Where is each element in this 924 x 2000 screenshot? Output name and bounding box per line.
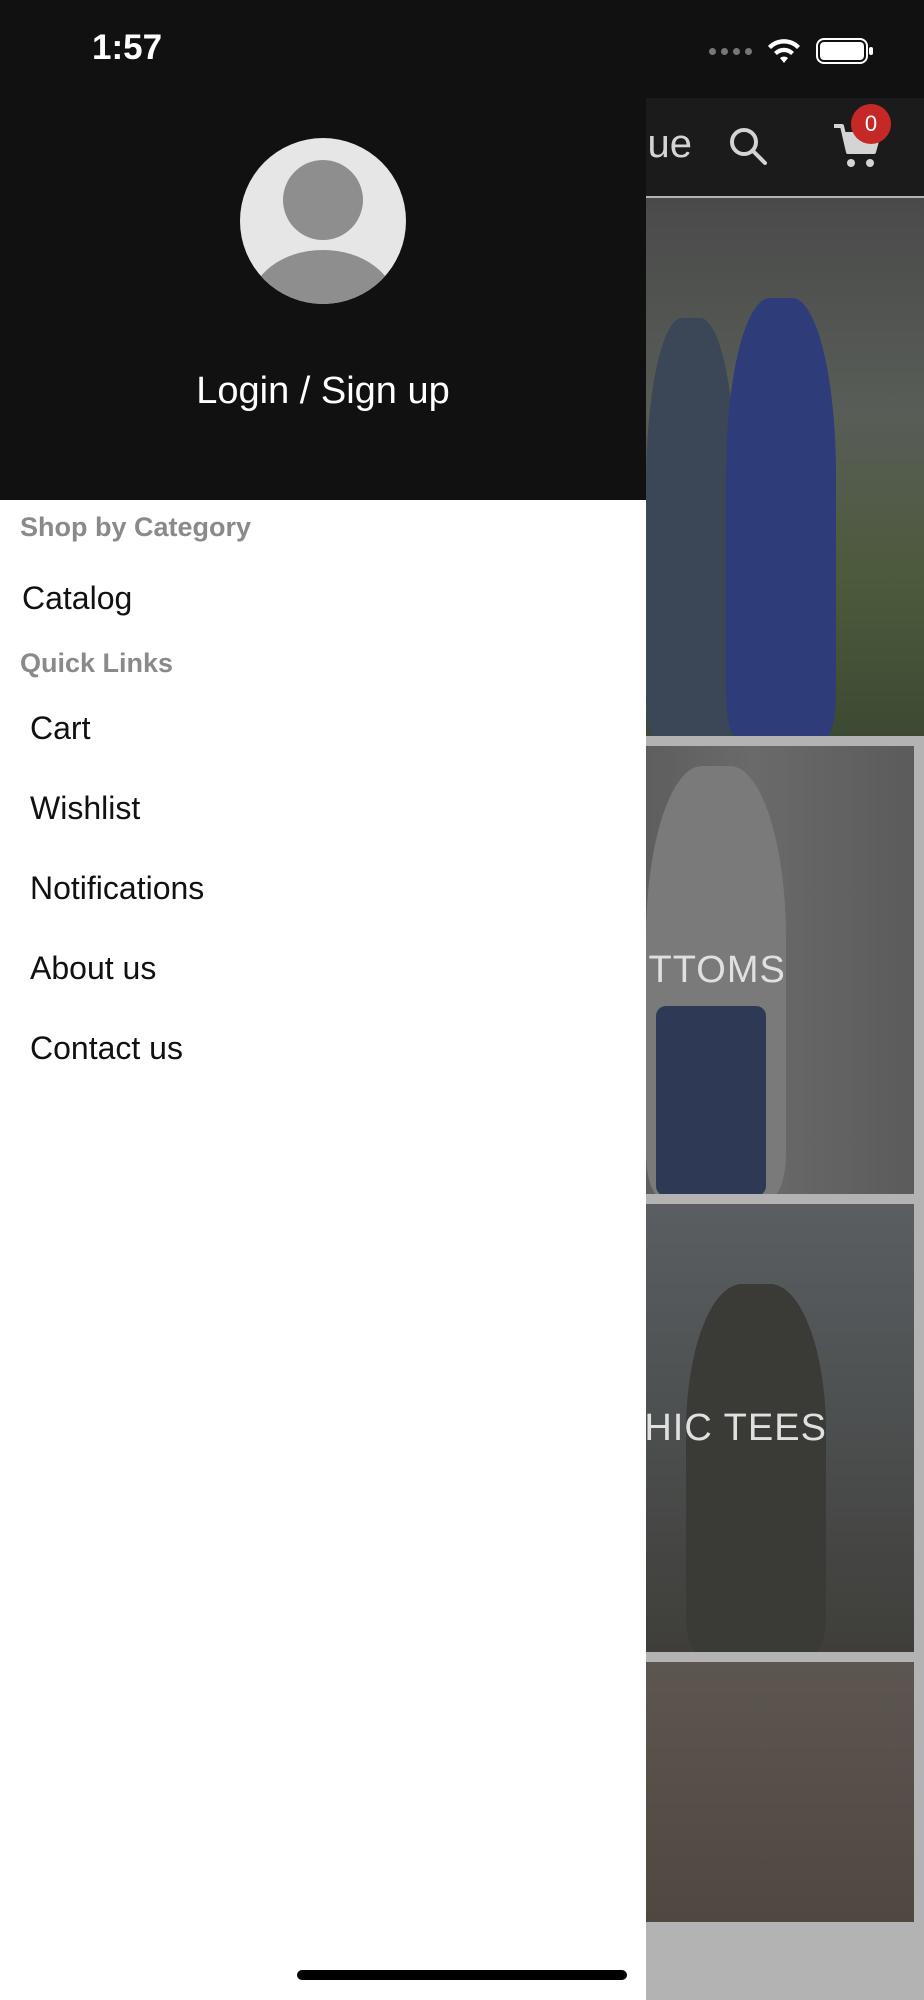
app-title-fragment: ue <box>647 122 693 166</box>
login-signup-button[interactable]: Login / Sign up <box>0 370 646 413</box>
menu-item-contact-us[interactable]: Contact us <box>30 1030 183 1067</box>
menu-item-cart[interactable]: Cart <box>30 710 90 747</box>
menu-item-wishlist[interactable]: Wishlist <box>30 790 140 827</box>
section-heading-shop-by-category: Shop by Category <box>20 512 252 542</box>
category-tile-bottoms[interactable]: OTTOMS <box>646 746 914 1194</box>
cellular-signal-icon <box>709 47 752 55</box>
category-label: PHIC TEES <box>646 1406 827 1449</box>
category-label <box>646 1662 914 1922</box>
battery-icon <box>816 38 873 64</box>
wifi-icon <box>768 39 800 63</box>
menu-item-notifications[interactable]: Notifications <box>30 870 204 907</box>
banner-label <box>646 198 924 736</box>
avatar[interactable] <box>240 138 406 304</box>
cart-count-badge: 0 <box>851 104 891 144</box>
status-icons <box>709 34 874 68</box>
menu-item-about-us[interactable]: About us <box>30 950 156 987</box>
navigation-drawer: Login / Sign up Shop by Category Catalog… <box>0 0 646 2000</box>
category-tile[interactable] <box>646 1662 914 1922</box>
menu-item-catalog[interactable]: Catalog <box>22 580 132 617</box>
banner-image[interactable] <box>646 198 924 736</box>
section-heading-quick-links: Quick Links <box>20 648 174 678</box>
category-tile-graphic-tees[interactable]: PHIC TEES <box>646 1204 914 1652</box>
category-label: OTTOMS <box>646 948 786 991</box>
status-time: 1:57 <box>92 28 163 67</box>
status-bar: 1:57 <box>0 0 924 98</box>
search-icon[interactable] <box>728 126 768 166</box>
home-indicator[interactable] <box>297 1970 627 1980</box>
